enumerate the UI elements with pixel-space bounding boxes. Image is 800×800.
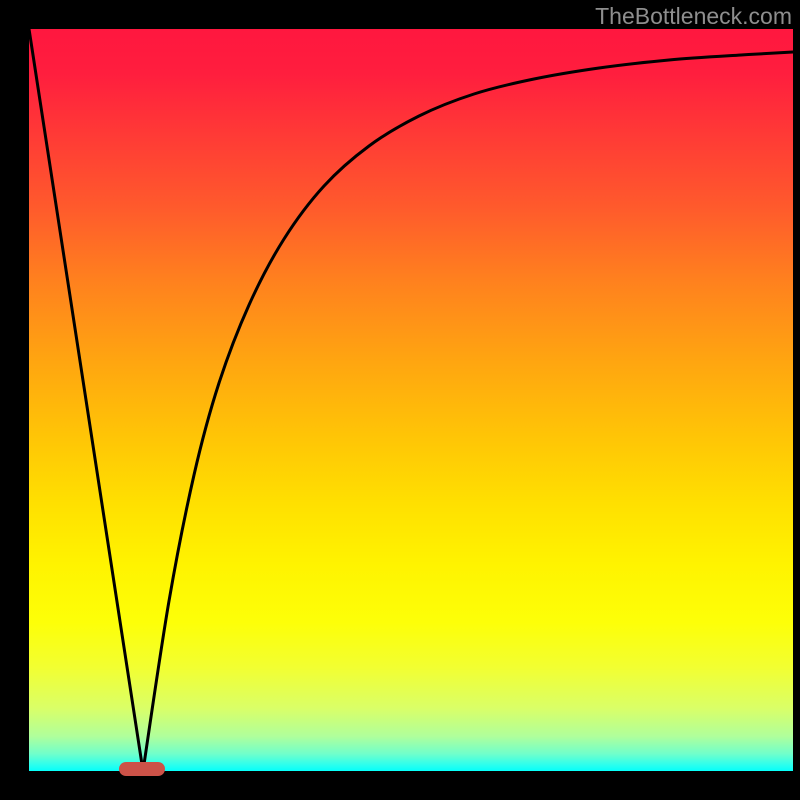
chart-frame: TheBottleneck.com: [0, 0, 800, 800]
right-branch-curve: [143, 52, 793, 771]
watermark-text: TheBottleneck.com: [595, 3, 792, 30]
left-branch-line: [29, 29, 143, 771]
optimum-marker: [119, 762, 165, 776]
curves-layer: [29, 29, 793, 771]
